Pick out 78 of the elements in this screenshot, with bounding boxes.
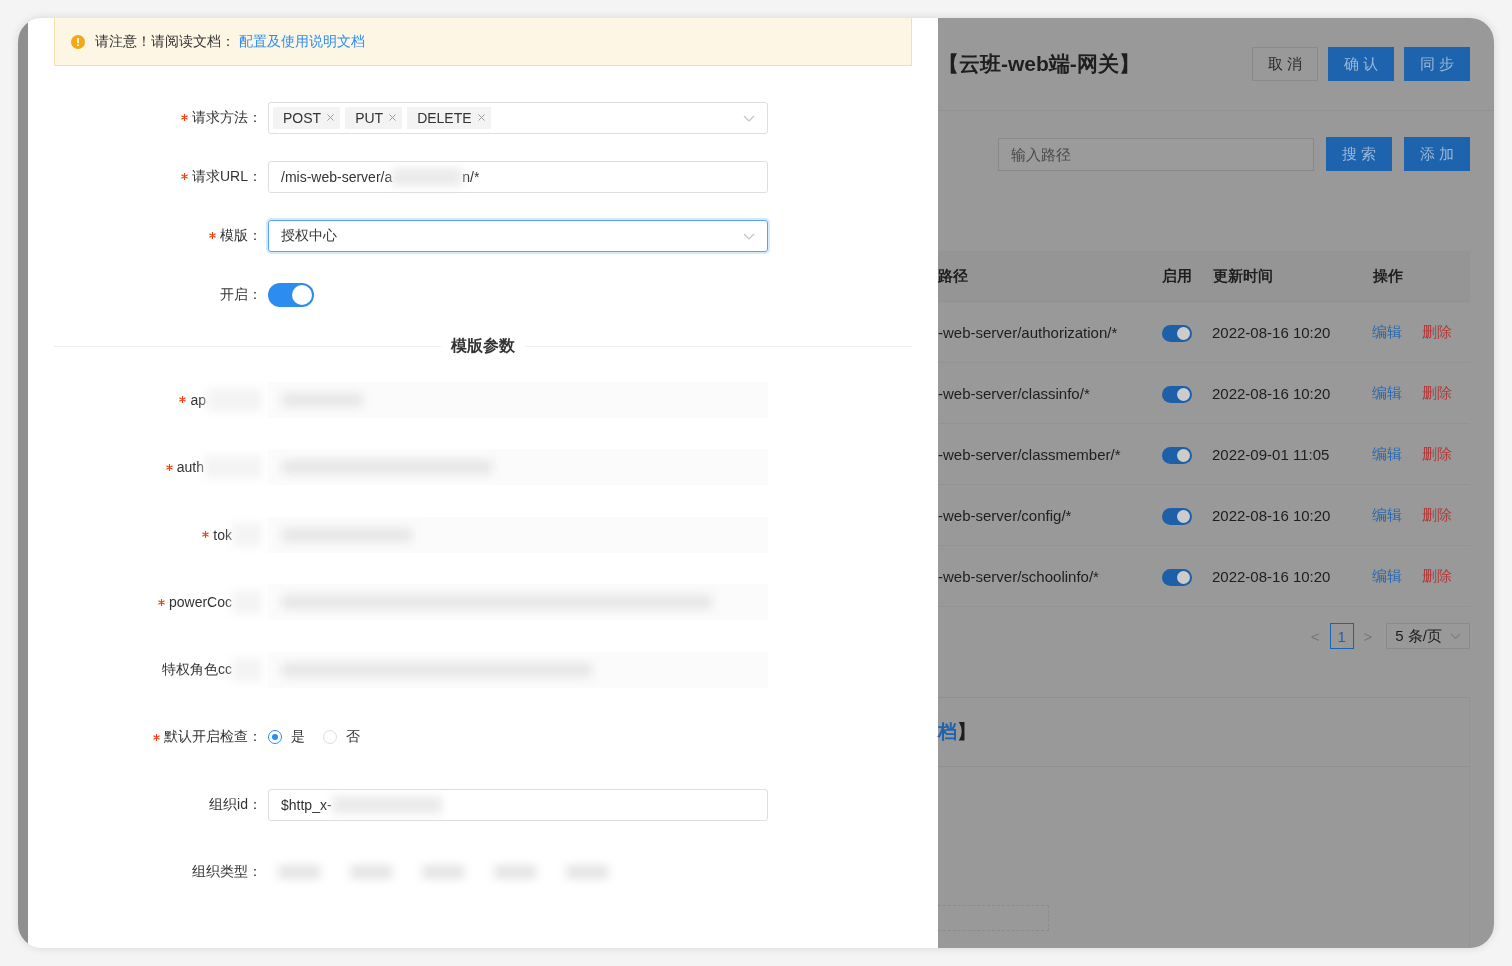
toggle-switch[interactable] — [1162, 386, 1192, 403]
table-cell-text: 2022-08-16 10:20 — [1212, 384, 1332, 402]
toggle-switch[interactable] — [1162, 569, 1192, 586]
table-cell-text: -web-server/authorization/* — [938, 323, 1119, 341]
toggle-switch[interactable] — [1162, 325, 1192, 342]
edit-link[interactable]: 编辑 — [1372, 505, 1402, 525]
page-title: 【云班-web端-网关】 — [938, 51, 1140, 77]
edit-link[interactable]: 编辑 — [1372, 444, 1402, 464]
table-cell-text: 2022-08-16 10:20 — [1212, 506, 1332, 524]
column-header: 路径 — [938, 266, 969, 286]
toggle-switch[interactable] — [268, 282, 314, 307]
action-button[interactable]: 搜 索 — [1326, 137, 1392, 171]
close-icon[interactable] — [327, 114, 335, 121]
table-cell-text: -web-server/classinfo/* — [938, 384, 1091, 402]
section-title: 模版参数 — [441, 336, 525, 357]
field-label: 模版： — [220, 226, 262, 245]
page-number[interactable]: 1 — [1329, 623, 1354, 649]
radio-option[interactable]: 否 — [323, 728, 360, 747]
table-cell-text: -web-server/config/* — [938, 506, 1073, 524]
table-cell-text: 2022-09-01 11:05 — [1212, 445, 1331, 463]
field-label: 开启： — [220, 285, 262, 304]
delete-link[interactable]: 删除 — [1422, 566, 1452, 586]
chevron-down-icon — [743, 232, 755, 241]
field-label: 特权角色cc — [162, 660, 232, 679]
field-label: 默认开启检查： — [164, 728, 262, 747]
method-tag: PUT — [345, 106, 403, 129]
field-label: 请求方法： — [192, 108, 262, 127]
search-field[interactable]: 输入路径 — [998, 137, 1314, 171]
field-label: 请求URL： — [192, 167, 262, 186]
doc-link[interactable]: 配置及使用说明文档 — [239, 32, 365, 51]
column-header: 启用 — [1162, 266, 1193, 286]
warning-icon — [71, 34, 85, 49]
toggle-switch[interactable] — [1162, 508, 1192, 525]
edit-link[interactable]: 编辑 — [1372, 566, 1402, 586]
field-value: $http_x- — [281, 796, 332, 813]
delete-link[interactable]: 删除 — [1422, 322, 1452, 342]
prev-page-button[interactable]: < — [1310, 627, 1320, 645]
field-label: powerCoc — [168, 594, 232, 611]
column-header: 更新时间 — [1212, 266, 1373, 286]
table-cell-text: 2022-08-16 10:20 — [1212, 567, 1332, 585]
org-id-field[interactable]: $http_x- — [268, 788, 768, 821]
action-button[interactable]: 添 加 — [1404, 137, 1470, 171]
method-tag: DELETE — [407, 106, 491, 129]
chevron-down-icon — [743, 114, 755, 123]
toggle-switch[interactable] — [1162, 447, 1192, 464]
chevron-down-icon — [1450, 632, 1461, 640]
action-button[interactable]: 同 步 — [1404, 47, 1470, 81]
field-label: ap — [190, 391, 206, 408]
table-cell-text: -web-server/classmember/* — [938, 445, 1122, 463]
select-value: 授权中心 — [281, 226, 337, 245]
close-icon[interactable] — [477, 114, 485, 121]
method-select[interactable]: POST PUT DELETE — [268, 101, 768, 134]
column-header: 操作 — [1373, 266, 1403, 286]
doc-link[interactable]: 档 — [938, 719, 957, 745]
delete-link[interactable]: 删除 — [1422, 444, 1452, 464]
edit-link[interactable]: 编辑 — [1372, 322, 1402, 342]
field-label: 组织id： — [209, 795, 262, 814]
action-button[interactable]: 取 消 — [1252, 47, 1318, 81]
field-value: n/* — [462, 168, 480, 185]
field-label: 组织类型： — [192, 863, 262, 882]
notice-text: 请注意！请阅读文档： — [95, 32, 235, 51]
radio-option[interactable]: 是 — [268, 728, 305, 747]
method-tag: POST — [273, 106, 341, 129]
next-page-button[interactable]: > — [1363, 627, 1373, 645]
field-label: tok — [213, 526, 232, 543]
template-select[interactable]: 授权中心 — [268, 219, 768, 252]
field-label: auth — [176, 459, 204, 476]
action-button[interactable]: 确 认 — [1328, 47, 1394, 81]
heading-text: 】 — [957, 720, 976, 744]
close-icon[interactable] — [389, 114, 397, 121]
url-field[interactable]: /mis-web-server/a n/* — [268, 160, 768, 193]
edit-link[interactable]: 编辑 — [1372, 383, 1402, 403]
page-size-select[interactable]: 5 条/页 — [1386, 623, 1470, 649]
delete-link[interactable]: 删除 — [1422, 505, 1452, 525]
table-cell-text: 2022-08-16 10:20 — [1212, 323, 1332, 341]
delete-link[interactable]: 删除 — [1422, 383, 1452, 403]
field-value: /mis-web-server/a — [281, 168, 393, 185]
table-cell-text: -web-server/schoolinfo/* — [938, 567, 1100, 585]
